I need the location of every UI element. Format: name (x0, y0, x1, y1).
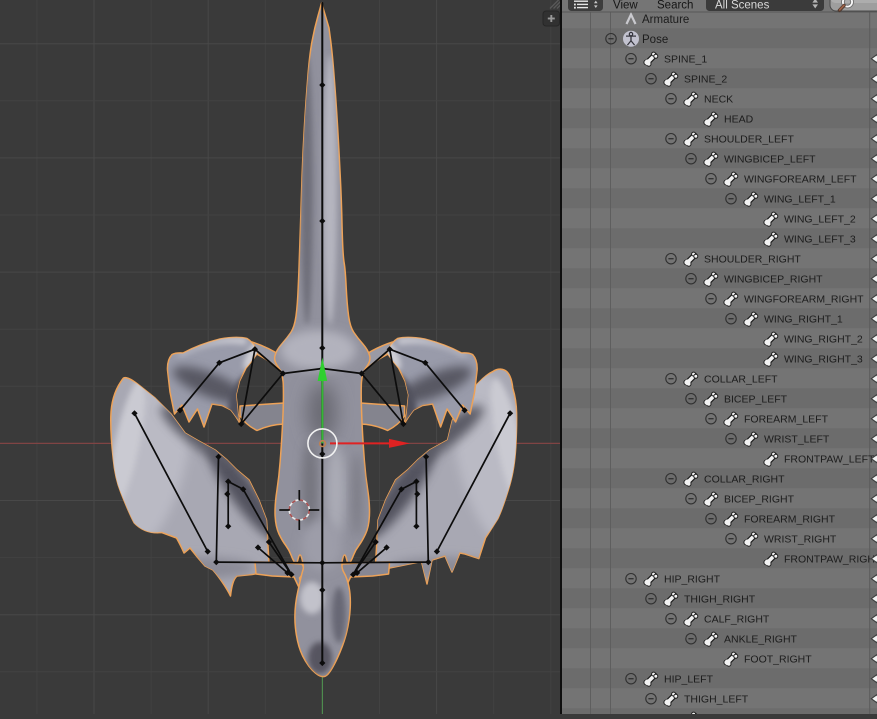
svg-text:SPINE_2: SPINE_2 (684, 74, 727, 86)
svg-text:WINGBICEP_RIGHT: WINGBICEP_RIGHT (724, 274, 823, 286)
svg-text:All Scenes: All Scenes (715, 0, 770, 12)
svg-text:HIP_LEFT: HIP_LEFT (664, 674, 714, 686)
svg-text:FOREARM_RIGHT: FOREARM_RIGHT (744, 514, 836, 526)
svg-text:ANKLE_RIGHT: ANKLE_RIGHT (724, 634, 798, 646)
svg-text:WINGFOREARM_RIGHT: WINGFOREARM_RIGHT (744, 294, 864, 306)
svg-text:WING_LEFT_3: WING_LEFT_3 (784, 234, 856, 246)
svg-text:WING_RIGHT_2: WING_RIGHT_2 (784, 334, 863, 346)
svg-text:WRIST_RIGHT: WRIST_RIGHT (764, 534, 837, 546)
svg-text:WING_RIGHT_1: WING_RIGHT_1 (764, 314, 843, 326)
svg-text:SHOULDER_RIGHT: SHOULDER_RIGHT (704, 254, 801, 266)
svg-text:SHOULDER_LEFT: SHOULDER_LEFT (704, 134, 794, 146)
svg-text:FRONTPAW_RIGHT: FRONTPAW_RIGHT (784, 554, 877, 566)
svg-text:NECK: NECK (704, 94, 733, 106)
svg-text:SPINE_1: SPINE_1 (664, 54, 707, 66)
svg-text:WING_LEFT_1: WING_LEFT_1 (764, 194, 836, 206)
svg-text:WING_LEFT_2: WING_LEFT_2 (784, 214, 856, 226)
svg-text:Search: Search (657, 0, 693, 12)
svg-text:Pose: Pose (642, 34, 668, 46)
svg-text:BICEP_RIGHT: BICEP_RIGHT (724, 494, 795, 506)
svg-text:WING_RIGHT_3: WING_RIGHT_3 (784, 354, 863, 366)
svg-text:WINGFOREARM_LEFT: WINGFOREARM_LEFT (744, 174, 857, 186)
svg-text:COLLAR_RIGHT: COLLAR_RIGHT (704, 474, 785, 486)
svg-text:FOOT_RIGHT: FOOT_RIGHT (744, 654, 812, 666)
svg-text:THIGH_RIGHT: THIGH_RIGHT (684, 594, 756, 606)
svg-text:FOREARM_LEFT: FOREARM_LEFT (744, 414, 829, 426)
svg-text:WRIST_LEFT: WRIST_LEFT (764, 434, 830, 446)
svg-text:HEAD: HEAD (724, 114, 754, 126)
svg-text:WINGBICEP_LEFT: WINGBICEP_LEFT (724, 154, 816, 166)
svg-text:THIGH_LEFT: THIGH_LEFT (684, 694, 749, 706)
svg-text:COLLAR_LEFT: COLLAR_LEFT (704, 374, 778, 386)
svg-text:Armature: Armature (642, 14, 689, 26)
svg-text:BICEP_LEFT: BICEP_LEFT (724, 394, 788, 406)
svg-text:View: View (613, 0, 638, 12)
svg-text:FRONTPAW_LEFT: FRONTPAW_LEFT (784, 454, 875, 466)
svg-text:HIP_RIGHT: HIP_RIGHT (664, 574, 721, 586)
svg-text:CALF_RIGHT: CALF_RIGHT (704, 614, 770, 626)
